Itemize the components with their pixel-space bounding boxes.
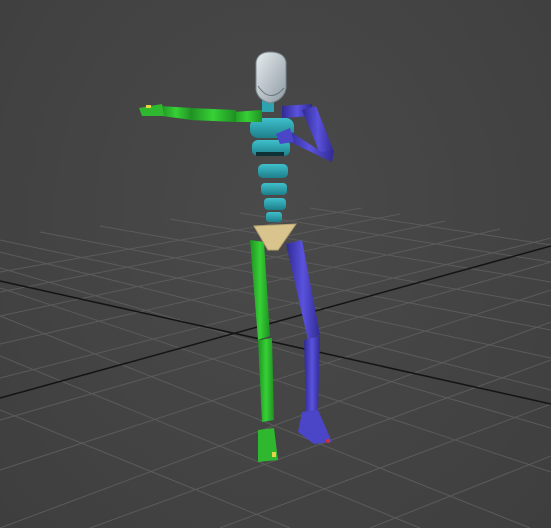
spine-segment-3[interactable]	[261, 183, 287, 195]
left-leg[interactable]	[250, 240, 278, 462]
left-thigh[interactable]	[250, 240, 270, 340]
left-hand[interactable]	[139, 104, 164, 116]
spine-shadow	[256, 152, 284, 156]
left-calf[interactable]	[258, 338, 274, 422]
left-arm[interactable]	[139, 104, 262, 122]
ground-grid	[0, 207, 551, 528]
right-leg[interactable]	[286, 240, 332, 444]
3d-viewport[interactable]	[0, 0, 551, 528]
right-foot[interactable]	[298, 410, 332, 444]
viewport-canvas[interactable]	[0, 0, 551, 528]
left-toe-marker	[272, 452, 276, 457]
left-finger-marker	[146, 105, 151, 108]
spine-segment-2[interactable]	[266, 212, 282, 222]
left-forearm[interactable]	[160, 106, 192, 120]
head[interactable]	[255, 51, 287, 104]
spine-segment-1[interactable]	[264, 198, 286, 210]
spine-segment-4[interactable]	[258, 164, 288, 178]
right-calf[interactable]	[304, 336, 320, 414]
left-clavicle[interactable]	[232, 110, 262, 122]
right-toe-marker	[326, 439, 330, 443]
left-upper-arm[interactable]	[190, 108, 236, 122]
